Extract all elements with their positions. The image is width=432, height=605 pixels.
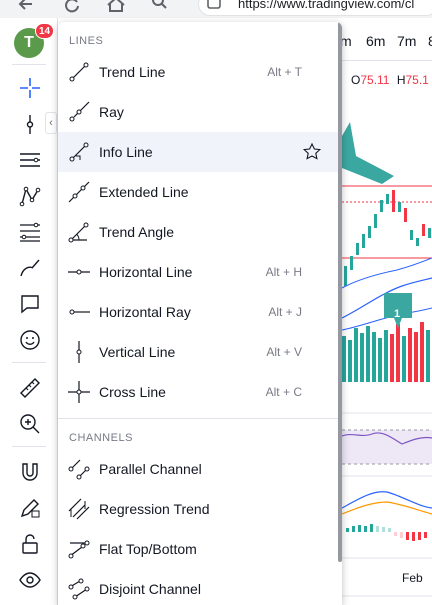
menu-item-disjoint-channel[interactable]: Disjoint Channel — [58, 569, 338, 605]
trend-line-icon — [69, 62, 89, 82]
menu-item-regression-trend[interactable]: Regression Trend — [58, 489, 338, 529]
ray-icon — [69, 101, 90, 122]
menu-item-shortcut: Alt + C — [265, 385, 302, 399]
menu-item-shortcut: Alt + T — [267, 65, 302, 79]
menu-item-info-line[interactable]: Info Line — [58, 132, 338, 172]
marker-badge[interactable]: 1 — [394, 308, 400, 320]
info-line-icon — [69, 142, 89, 162]
drawing-toolbar: T 14 ‹ — [0, 18, 58, 605]
menu-item-parallel-channel[interactable]: Parallel Channel — [58, 449, 338, 489]
parallel-channel-icon — [68, 459, 90, 480]
avatar-letter: T — [24, 34, 34, 51]
ruler-icon[interactable] — [14, 372, 46, 404]
macd-histogram — [346, 524, 427, 541]
menu-divider — [58, 418, 338, 419]
vertical-line-icon — [76, 341, 82, 363]
menu-item-label: Parallel Channel — [99, 461, 202, 477]
lines-icon[interactable] — [14, 144, 46, 176]
menu-item-flat-top-bottom[interactable]: Flat Top/Bottom — [58, 529, 338, 569]
lock-icon[interactable] — [14, 528, 46, 560]
horizontal-line-icon — [68, 269, 90, 275]
emoji-icon[interactable] — [14, 324, 46, 356]
trend-angle-icon — [68, 222, 89, 243]
back-arrow-icon[interactable] — [16, 0, 36, 14]
extended-line-icon — [68, 181, 90, 203]
brush-icon[interactable] — [14, 252, 46, 284]
menu-item-label: Flat Top/Bottom — [99, 541, 197, 557]
chart-area[interactable]: m 6m 7m 8 O75.11 H75.1 1 Feb — [342, 18, 432, 605]
line-tools-menu: LINES Trend Line Alt + T Ray Info Line E… — [58, 22, 342, 605]
collapse-toolbar-button[interactable]: ‹ — [45, 112, 57, 134]
menu-item-label: Cross Line — [99, 384, 166, 400]
toolbar-divider — [12, 362, 46, 363]
price-chart — [342, 122, 432, 597]
notification-badge: 14 — [35, 23, 55, 39]
fib-icon[interactable] — [14, 216, 46, 248]
favorite-star-icon[interactable] — [302, 142, 322, 162]
magnet-icon[interactable] — [14, 456, 46, 488]
menu-item-label: Regression Trend — [99, 501, 210, 517]
section-title-channels: CHANNELS — [69, 432, 133, 444]
search-icon[interactable] — [150, 0, 170, 14]
menu-item-trend-angle[interactable]: Trend Angle — [58, 212, 338, 252]
menu-scrollbar[interactable] — [338, 22, 342, 562]
menu-item-label: Trend Angle — [99, 224, 174, 240]
home-icon[interactable] — [106, 0, 126, 14]
comment-icon[interactable] — [14, 288, 46, 320]
menu-item-label: Ray — [99, 104, 124, 120]
url-text: https://www.tradingview.com/cl — [238, 0, 415, 11]
menu-item-shortcut: Alt + H — [265, 265, 302, 279]
app-root: https://www.tradingview.com/cl T 14 ‹ m … — [0, 0, 432, 605]
menu-item-horizontal-line[interactable]: Horizontal Line Alt + H — [58, 252, 338, 292]
cross-line-icon — [68, 381, 90, 403]
menu-item-vertical-line[interactable]: Vertical Line Alt + V — [58, 332, 338, 372]
menu-item-label: Disjoint Channel — [99, 581, 201, 597]
disjoint-channel-icon — [68, 578, 90, 600]
menu-item-shortcut: Alt + J — [268, 305, 302, 319]
menu-item-trend-line[interactable]: Trend Line Alt + T — [58, 52, 338, 92]
section-title-lines: LINES — [69, 35, 104, 47]
menu-item-label: Info Line — [99, 144, 153, 160]
flat-top-bottom-icon — [68, 540, 90, 559]
horizontal-ray-icon — [69, 309, 90, 315]
regression-trend-icon — [68, 498, 90, 520]
time-axis-label: Feb — [402, 571, 423, 585]
volume-bars — [342, 322, 430, 382]
menu-item-label: Vertical Line — [99, 344, 176, 360]
menu-item-label: Horizontal Line — [99, 264, 193, 280]
toolbar-divider — [12, 446, 46, 447]
menu-item-cross-line[interactable]: Cross Line Alt + C — [58, 372, 338, 412]
site-info-icon[interactable] — [204, 0, 224, 14]
reload-icon[interactable] — [62, 0, 82, 14]
menu-item-label: Trend Line — [99, 64, 166, 80]
menu-item-extended-line[interactable]: Extended Line — [58, 172, 338, 212]
zoom-in-icon[interactable] — [14, 408, 46, 440]
pattern-icon[interactable] — [14, 180, 46, 212]
callout-annotation — [342, 122, 394, 184]
menu-item-horizontal-ray[interactable]: Horizontal Ray Alt + J — [58, 292, 338, 332]
menu-item-label: Horizontal Ray — [99, 304, 191, 320]
pencil-lock-icon[interactable] — [14, 492, 46, 524]
menu-item-ray[interactable]: Ray — [58, 92, 338, 132]
crosshair-icon[interactable] — [14, 72, 46, 104]
macd-line — [342, 491, 432, 509]
cursor-icon[interactable] — [14, 108, 46, 140]
eye-icon[interactable] — [14, 564, 46, 596]
toolbar-divider — [12, 64, 46, 65]
menu-item-shortcut: Alt + V — [266, 345, 302, 359]
browser-bar: https://www.tradingview.com/cl — [0, 0, 432, 18]
menu-item-label: Extended Line — [99, 184, 189, 200]
ma-line — [342, 257, 432, 289]
